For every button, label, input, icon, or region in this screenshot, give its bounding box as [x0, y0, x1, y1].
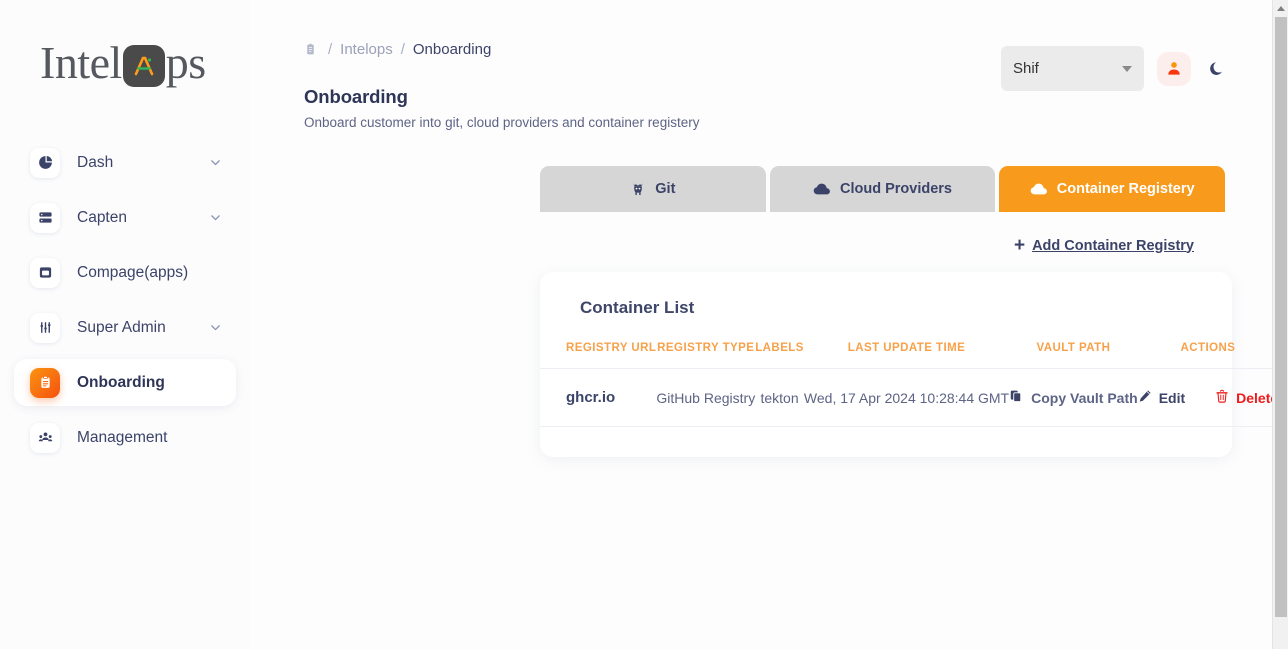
page-header: / Intelops / Onboarding Onboarding Onboa… [250, 0, 1272, 130]
copy-vault-path-label: Copy Vault Path [1031, 389, 1138, 406]
page-subtitle: Onboard customer into git, cloud provide… [304, 115, 700, 130]
sidebar: Intel ps Dash Capten Compage(apps) Super… [0, 0, 250, 649]
sidebar-item-compage[interactable]: Compage(apps) [14, 249, 236, 296]
tab-label: Cloud Providers [840, 181, 952, 197]
breadcrumb-separator: / [400, 40, 405, 58]
table-row: ghcr.io GitHub Registry tekton Wed, 17 A… [540, 368, 1279, 427]
column-header-labels: LABELS [755, 342, 804, 369]
breadcrumb-item-intelops[interactable]: Intelops [340, 41, 393, 58]
sliders-icon [30, 312, 60, 343]
git-cat-icon [630, 181, 646, 197]
cell-registry-url: ghcr.io [540, 368, 657, 427]
sidebar-item-onboarding[interactable]: Onboarding [14, 359, 236, 406]
copy-vault-path-button[interactable]: Copy Vault Path [1009, 389, 1138, 406]
chevron-down-icon[interactable] [209, 156, 222, 169]
sidebar-item-super-admin[interactable]: Super Admin [14, 304, 236, 351]
building-icon[interactable] [304, 43, 317, 56]
plus-icon: + [1013, 235, 1026, 256]
edit-button[interactable]: Edit [1138, 389, 1185, 406]
container-table: REGISTRY URL REGISTRY TYPE LABELS LAST U… [540, 342, 1279, 427]
tab-label: Git [655, 181, 676, 197]
scroll-up-arrow-icon[interactable] [1273, 0, 1288, 16]
card-title: Container List [580, 298, 695, 317]
edit-label: Edit [1158, 389, 1186, 406]
sidebar-item-label: Dash [77, 153, 114, 171]
clipboard-icon [30, 367, 60, 398]
breadcrumb-separator: / [328, 40, 333, 58]
page-title: Onboarding [304, 86, 408, 107]
sidebar-item-label: Onboarding [77, 373, 165, 391]
tab-container-registery[interactable]: Container Registery [999, 166, 1226, 212]
sidebar-item-label: Management [77, 428, 168, 446]
cell-actions: Edit Delete [1137, 368, 1279, 427]
brand-logo[interactable]: Intel ps [0, 0, 250, 125]
table-header-row: REGISTRY URL REGISTRY TYPE LABELS LAST U… [540, 342, 1279, 369]
users-icon [30, 422, 60, 453]
logo-prefix: Intel [40, 37, 122, 88]
tab-git[interactable]: Git [540, 166, 766, 212]
avatar[interactable] [1157, 51, 1191, 86]
column-header-registry-url: REGISTRY URL [540, 342, 657, 369]
add-action-row: + Add Container Registry [250, 236, 1194, 255]
page-header-left: / Intelops / Onboarding Onboarding Onboa… [304, 38, 1001, 131]
cell-vault-path: Copy Vault Path [1009, 368, 1138, 427]
delete-button[interactable]: Delete [1215, 389, 1278, 406]
trash-icon [1215, 389, 1229, 406]
vertical-scrollbar[interactable] [1272, 0, 1288, 649]
breadcrumb-item-onboarding: Onboarding [412, 40, 492, 58]
column-header-last-update-time: LAST UPDATE TIME [803, 342, 1010, 369]
chevron-down-icon[interactable] [209, 211, 222, 224]
add-container-registry-button[interactable]: + Add Container Registry [1014, 236, 1194, 255]
sidebar-item-label: Super Admin [77, 318, 166, 336]
sidebar-item-label: Capten [77, 208, 127, 226]
main-content: / Intelops / Onboarding Onboarding Onboa… [250, 0, 1279, 649]
table-body: ghcr.io GitHub Registry tekton Wed, 17 A… [540, 368, 1279, 427]
chevron-down-icon [1122, 65, 1132, 72]
column-header-registry-type: REGISTRY TYPE [656, 342, 756, 369]
cell-registry-type: GitHub Registry [656, 368, 756, 427]
scrollbar-thumb[interactable] [1275, 17, 1287, 617]
container-list-card: Container List REGISTRY URL REGISTRY TYP… [540, 272, 1279, 457]
table-head: REGISTRY URL REGISTRY TYPE LABELS LAST U… [540, 342, 1279, 369]
tab-cloud-providers[interactable]: Cloud Providers [769, 166, 996, 212]
add-container-registry-label: Add Container Registry [1032, 237, 1194, 254]
copy-icon [1009, 389, 1023, 406]
pencil-icon [1138, 389, 1152, 406]
breadcrumb: / Intelops / Onboarding [304, 38, 1001, 60]
logo-suffix: ps [165, 37, 206, 88]
logo-text: Intel ps [40, 36, 206, 89]
sidebar-nav: Dash Capten Compage(apps) Super Admin On… [0, 139, 250, 461]
sidebar-item-dash[interactable]: Dash [14, 139, 236, 186]
app-root: Intel ps Dash Capten Compage(apps) Super… [0, 0, 1279, 649]
pie-chart-icon [30, 147, 60, 178]
tab-bar: Git Cloud Providers Container Registery [540, 166, 1226, 212]
chevron-down-icon[interactable] [209, 321, 222, 334]
page-header-right: Shif [1001, 38, 1230, 91]
column-header-actions: ACTIONS [1137, 342, 1279, 369]
user-icon [1168, 61, 1180, 75]
cell-labels: tekton [755, 368, 804, 427]
theme-toggle[interactable] [1204, 54, 1230, 84]
moon-icon [1210, 61, 1222, 75]
org-select[interactable]: Shif [1001, 46, 1144, 91]
cloud-icon [1030, 182, 1048, 196]
sidebar-item-capten[interactable]: Capten [14, 194, 236, 241]
server-icon [30, 202, 60, 233]
org-select-value: Shif [1013, 60, 1039, 77]
window-icon [30, 257, 60, 288]
row-actions: Edit Delete [1138, 389, 1278, 406]
sidebar-item-label: Compage(apps) [77, 263, 189, 281]
column-header-vault-path: VAULT PATH [1009, 342, 1138, 369]
sidebar-item-management[interactable]: Management [14, 414, 236, 461]
cloud-icon [813, 182, 831, 196]
cell-last-update-time: Wed, 17 Apr 2024 10:28:44 GMT [803, 368, 1010, 427]
tab-label: Container Registery [1056, 181, 1195, 197]
logo-ai-mark-icon [122, 44, 165, 87]
